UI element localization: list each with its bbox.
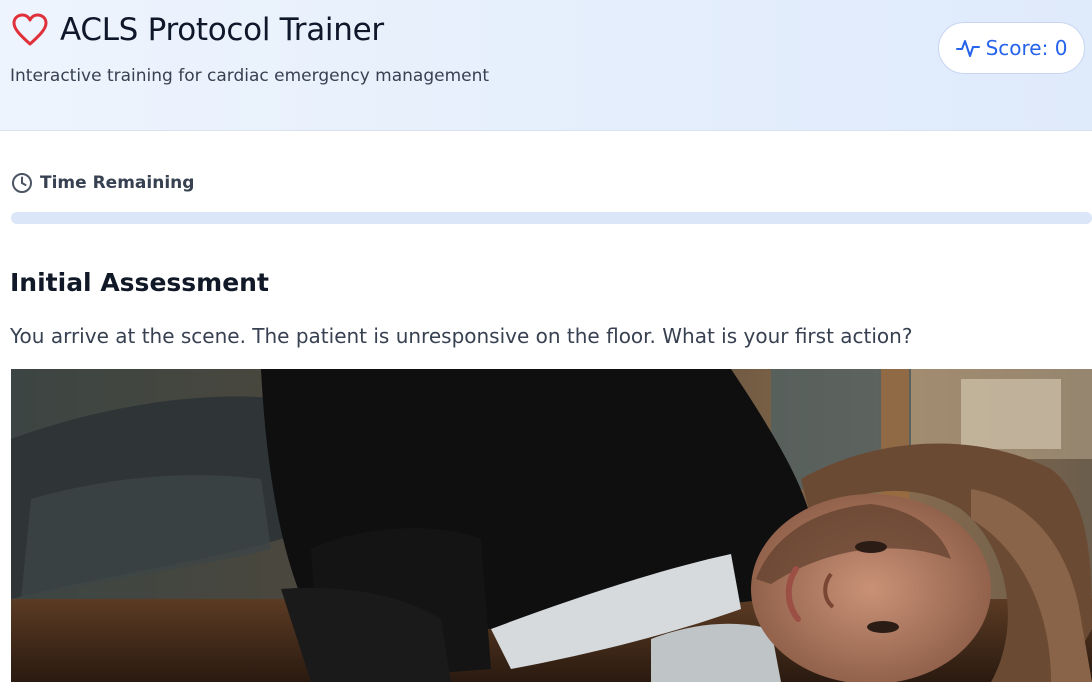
- clock-icon: [12, 173, 32, 193]
- heart-icon: [12, 13, 48, 46]
- time-progress-fill: [11, 212, 1092, 224]
- app-header: ACLS Protocol Trainer Interactive traini…: [0, 0, 1092, 131]
- score-label: Score: 0: [985, 36, 1068, 60]
- app-subtitle: Interactive training for cardiac emergen…: [10, 66, 490, 86]
- timer-label: Time Remaining: [40, 173, 195, 193]
- timer: Time Remaining: [11, 172, 194, 194]
- app-title: ACLS Protocol Trainer: [60, 12, 384, 48]
- scenario-question: You arrive at the scene. The patient is …: [10, 324, 913, 348]
- time-progress-bar: [11, 212, 1092, 224]
- score-badge[interactable]: Score: 0: [938, 22, 1085, 74]
- brand: ACLS Protocol Trainer: [12, 12, 384, 48]
- scenario-image: [11, 369, 1092, 682]
- pulse-icon: [955, 40, 980, 57]
- scenario-title: Initial Assessment: [10, 268, 269, 297]
